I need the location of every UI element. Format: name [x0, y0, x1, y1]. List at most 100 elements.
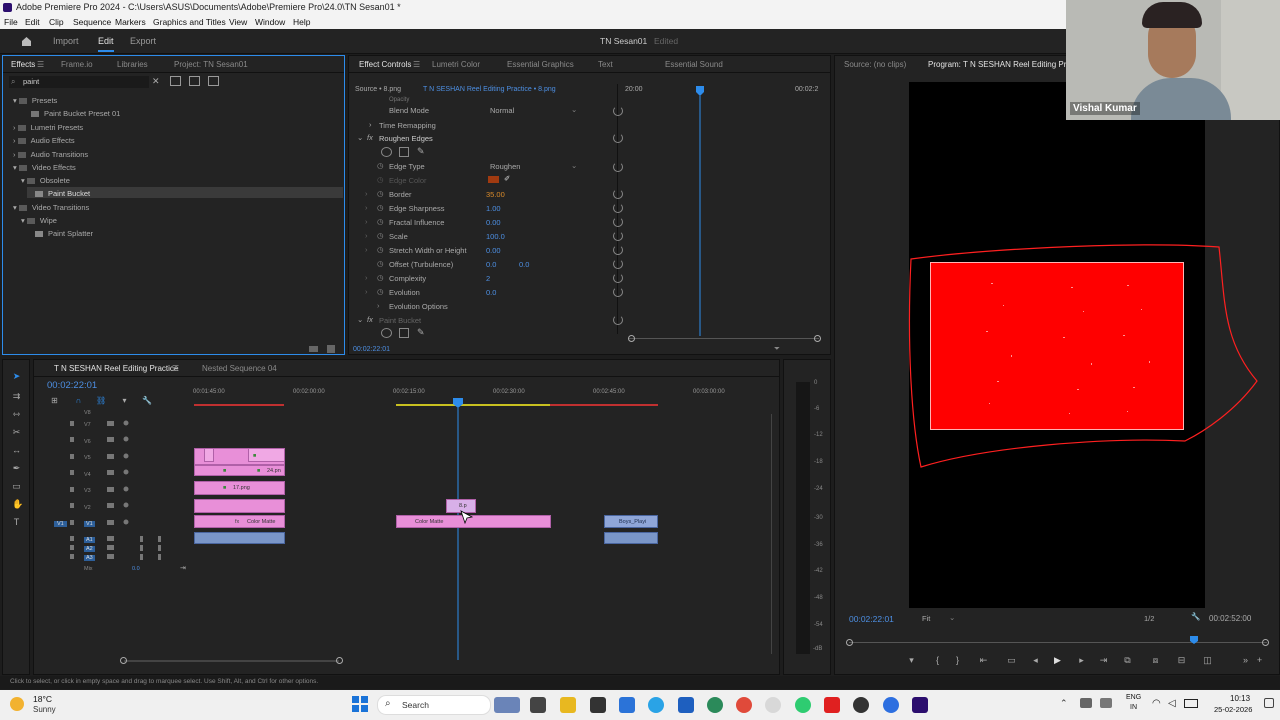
clock-time[interactable]: 10:13: [1230, 694, 1250, 703]
menu-sequence[interactable]: Sequence: [73, 15, 111, 29]
volume-icon[interactable]: ◁: [1168, 698, 1176, 709]
accelerated-effects-icon[interactable]: [170, 76, 181, 86]
add-marker-icon[interactable]: ▾: [907, 656, 916, 665]
export-tab[interactable]: Export: [130, 36, 156, 46]
clip-v4-row[interactable]: ■ ■ 24.pn: [194, 465, 285, 476]
file-explorer-icon[interactable]: [560, 697, 576, 713]
more-controls-icon[interactable]: »: [1241, 656, 1250, 665]
pen-mask-icon[interactable]: ✎: [417, 146, 425, 157]
tab-frameio[interactable]: Frame.io: [61, 60, 93, 69]
region-label[interactable]: IN: [1130, 704, 1137, 711]
tab-essential-sound[interactable]: Essential Sound: [665, 60, 723, 69]
edit-tab[interactable]: Edit: [98, 36, 114, 52]
import-tab[interactable]: Import: [53, 36, 79, 46]
clip-label[interactable]: T N SESHAN Reel Editing Practice • 8.png: [423, 86, 556, 93]
menu-graphics[interactable]: Graphics and Titles: [153, 15, 226, 29]
blend-mode-dropdown-icon[interactable]: ⌄: [571, 105, 577, 114]
tray-overflow-icon[interactable]: ⌃: [1060, 698, 1068, 709]
track-toggle-icons[interactable]: [68, 418, 168, 568]
edge-icon[interactable]: [707, 697, 723, 713]
mark-in-icon[interactable]: {: [933, 656, 942, 665]
go-to-out-icon[interactable]: ⇥: [1099, 656, 1108, 665]
reset-icon[interactable]: [613, 245, 623, 255]
scale-value[interactable]: 100.0: [486, 232, 505, 241]
offset-y-value[interactable]: 0.0: [519, 260, 529, 269]
program-playhead[interactable]: [1190, 636, 1198, 644]
edge-type-select[interactable]: Roughen: [490, 162, 520, 171]
store-icon[interactable]: [619, 697, 635, 713]
tree-paint-bucket-preset[interactable]: Paint Bucket Preset 01: [31, 109, 120, 118]
reset-icon[interactable]: [613, 259, 623, 269]
reset-icon[interactable]: [613, 133, 623, 143]
menu-clip[interactable]: Clip: [49, 15, 64, 29]
battery-icon[interactable]: [1184, 699, 1198, 708]
border-value[interactable]: 35.00: [486, 190, 505, 199]
tree-audio-effects[interactable]: › Audio Effects: [13, 136, 75, 145]
chrome-active-icon[interactable]: [765, 697, 781, 713]
tree-presets[interactable]: ▾ Presets: [13, 96, 57, 105]
ec-playhead[interactable]: [696, 86, 704, 336]
ripple-edit-icon[interactable]: ⇿: [12, 410, 21, 419]
menu-view[interactable]: View: [229, 15, 247, 29]
media-player-icon[interactable]: [853, 697, 869, 713]
reset-icon[interactable]: [613, 106, 623, 116]
program-zoom-right[interactable]: [1262, 639, 1269, 646]
ec-current-time[interactable]: 00:02:22:01: [353, 346, 390, 353]
offset-x-value[interactable]: 0.0: [486, 260, 496, 269]
selection-tool-icon[interactable]: ➤: [12, 372, 21, 381]
audio-clip-a1[interactable]: [194, 532, 285, 544]
edge-sharpness-value[interactable]: 1.00: [486, 204, 501, 213]
telegram-icon[interactable]: [648, 697, 664, 713]
yuv-effects-icon[interactable]: [208, 76, 219, 86]
tab-text[interactable]: Text: [598, 60, 613, 69]
rect-mask-icon[interactable]: [399, 328, 409, 338]
time-remap-icon[interactable]: ›: [369, 120, 372, 129]
timeline-settings-icon[interactable]: 🔧: [142, 396, 152, 405]
zoom-icon[interactable]: [883, 697, 899, 713]
resolution-select[interactable]: 1/2: [1144, 614, 1154, 623]
pen-mask-icon[interactable]: ✎: [417, 327, 425, 338]
tab-effect-controls[interactable]: Effect Controls: [359, 60, 411, 69]
snap-icon[interactable]: ∩: [74, 396, 83, 405]
stopwatch-icon[interactable]: ◷: [377, 217, 384, 226]
ec-zoom-bar[interactable]: [629, 338, 819, 339]
stopwatch-icon[interactable]: ◷: [377, 161, 384, 170]
lift-icon[interactable]: ▭: [1007, 656, 1016, 665]
tab-source-monitor[interactable]: Source: (no clips): [844, 60, 906, 69]
whatsapp-icon[interactable]: [795, 697, 811, 713]
ellipse-mask-icon[interactable]: [381, 147, 392, 157]
insert-icon[interactable]: ⧉: [1123, 656, 1132, 665]
menu-window[interactable]: Window: [255, 15, 285, 29]
timeline-zoom-right[interactable]: [336, 657, 343, 664]
edge-color-swatch[interactable]: [488, 176, 499, 183]
tree-video-effects[interactable]: ▾ Video Effects: [13, 163, 76, 172]
clip-17png[interactable]: ■ 17.png: [194, 481, 285, 495]
complexity-value[interactable]: 2: [486, 274, 490, 283]
add-marker-icon[interactable]: ▾: [120, 396, 129, 405]
stopwatch-icon[interactable]: ◷: [377, 259, 384, 268]
stopwatch-icon[interactable]: ◷: [377, 175, 384, 184]
clip-v2[interactable]: [194, 499, 285, 513]
fractal-influence-value[interactable]: 0.00: [486, 218, 501, 227]
taskbar-search[interactable]: ⌕ Search: [377, 695, 491, 715]
notification-icon[interactable]: [1264, 698, 1274, 708]
track-select-icon[interactable]: ⇉: [12, 392, 21, 401]
source-label[interactable]: Source • 8.png: [355, 86, 401, 93]
tab-effects[interactable]: Effects: [11, 60, 35, 69]
stopwatch-icon[interactable]: ◷: [377, 231, 384, 240]
tab-project[interactable]: Project: TN Sesan01: [174, 60, 248, 69]
program-zoom-left[interactable]: [846, 639, 853, 646]
lang-label[interactable]: ENG: [1126, 694, 1141, 701]
clip-v5[interactable]: ■: [248, 448, 285, 462]
stopwatch-icon[interactable]: ◷: [377, 189, 384, 198]
menu-markers[interactable]: Markers: [115, 15, 146, 29]
evolution-value[interactable]: 0.0: [486, 288, 496, 297]
reset-icon[interactable]: [613, 203, 623, 213]
wrench-icon[interactable]: 🔧: [1191, 612, 1200, 621]
type-tool-icon[interactable]: T: [12, 518, 21, 527]
step-back-icon[interactable]: ◂: [1031, 656, 1040, 665]
youtube-icon[interactable]: [824, 697, 840, 713]
eyedropper-icon[interactable]: ✐: [504, 174, 510, 183]
effects-search-box[interactable]: ⌕ paint: [9, 76, 149, 88]
fit-select[interactable]: Fit: [922, 614, 930, 623]
